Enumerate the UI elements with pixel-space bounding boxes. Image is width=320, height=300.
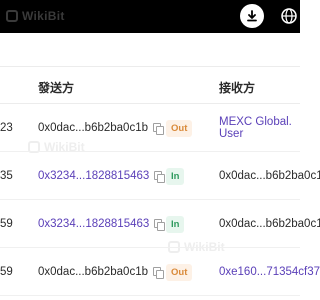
direction-badge: Out [166,263,193,281]
to-address-cell: 0xe160...71354cf375 [219,248,320,296]
from-address-cell: 0x3234...1828815463 [38,152,166,200]
from-address-cell: 0x0dac...b6b2ba0c1b [38,248,164,296]
copy-icon[interactable] [154,171,166,183]
column-header-to: 接收方 [219,81,256,95]
from-address: 0x0dac...b6b2ba0c1b [38,266,148,278]
column-header-from: 發送方 [38,81,75,95]
to-address[interactable]: MEXC Global. User [219,116,300,140]
from-address[interactable]: 0x3234...1828815463 [38,170,149,182]
from-address: 0x0dac...b6b2ba0c1b [38,122,148,134]
language-button[interactable] [278,4,300,28]
direction-cell: Out [166,248,193,296]
to-address: 0x0dac...b6b2ba0c1b [219,170,320,182]
download-icon [247,10,257,22]
copy-icon[interactable] [152,267,164,279]
direction-cell: In [166,200,185,248]
table-row: 59 0x3234...1828815463 In 0x0dac...b6b2ba0c… [0,200,320,248]
table-header: 發送方 接收方 [0,66,300,104]
to-address[interactable]: 0xe160...71354cf375 [219,266,320,278]
watermark-text: WikiBit [22,9,65,23]
row-age: 59 [0,218,13,230]
download-button[interactable] [240,4,264,28]
table-row: 59 0x0dac...b6b2ba0c1b Out 0xe160...71354cf… [0,248,320,296]
to-address-cell: 0x0dac...b6b2ba0c1b [219,200,320,248]
table-row: 23 0x0dac...b6b2ba0c1b Out MEXC Global. Use… [0,104,300,152]
direction-cell: In [166,152,185,200]
direction-badge: In [166,215,185,233]
row-age: 35 [0,170,13,182]
table-row: 35 0x3234...1828815463 In 0x0dac...b6b2ba0c… [0,152,320,200]
copy-icon[interactable] [152,123,164,135]
from-address-cell: 0x0dac...b6b2ba0c1b [38,104,164,152]
globe-icon [281,8,297,24]
wikibit-logo-icon [6,10,18,22]
to-address-cell: MEXC Global. User [219,104,300,152]
top-bar: WikiBit [0,0,300,33]
wikibit-watermark: WikiBit [6,9,65,23]
from-address[interactable]: 0x3234...1828815463 [38,218,149,230]
row-age: 59 [0,266,13,278]
direction-badge: In [166,167,185,185]
direction-badge: Out [166,119,193,137]
from-address-cell: 0x3234...1828815463 [38,200,166,248]
to-address: 0x0dac...b6b2ba0c1b [219,218,320,230]
direction-cell: Out [166,104,193,152]
copy-icon[interactable] [154,219,166,231]
to-address-cell: 0x0dac...b6b2ba0c1b [219,152,320,200]
row-age: 23 [0,122,13,134]
